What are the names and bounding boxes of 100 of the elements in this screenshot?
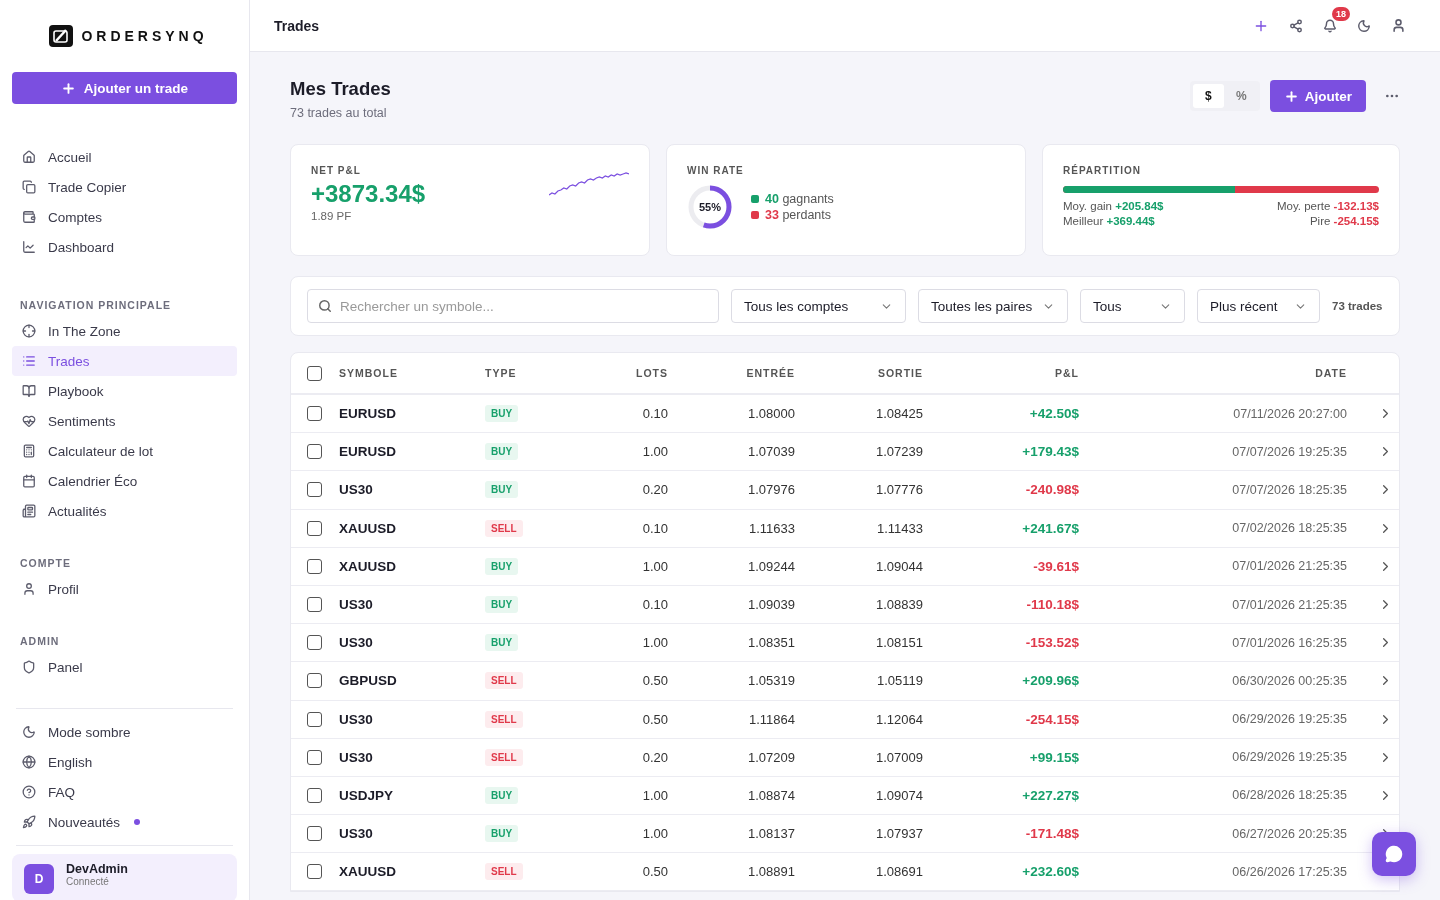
losses-count: 33 perdants: [765, 208, 832, 222]
add-button[interactable]: Ajouter: [1269, 80, 1366, 112]
row-checkbox[interactable]: [307, 558, 322, 574]
date-cell-text: 07/01/2026 21:25:35: [1231, 559, 1347, 574]
pnl-cell-text: +42.50$: [1028, 406, 1079, 422]
row-checkbox[interactable]: [307, 444, 322, 460]
date-cell-text: 07/02/2026 18:25:35: [1231, 521, 1347, 536]
best-trade: Meilleur +369.44$: [1063, 215, 1155, 227]
row-checkbox[interactable]: [307, 826, 322, 842]
date-cell-text: 06/27/2026 20:25:35: [1231, 826, 1347, 841]
sidebar-item[interactable]: Trades: [12, 346, 237, 376]
row-checkbox[interactable]: [307, 597, 322, 613]
entry-cell-text: 1.07976: [747, 482, 795, 498]
row-checkbox[interactable]: [307, 635, 322, 651]
symbol-cell-text: US30: [339, 749, 374, 765]
sidebar-item[interactable]: Comptes: [12, 202, 237, 232]
exit-cell-text: 1.08839: [875, 597, 923, 613]
entry-cell-text: 1.11633: [747, 520, 795, 536]
sidebar-item[interactable]: Sentiments: [12, 406, 237, 436]
help-icon: [22, 785, 36, 799]
lots-cell-text: 0.50: [641, 673, 668, 689]
average-gain: Moy. gain +205.84$: [1063, 200, 1164, 212]
share-icon[interactable]: [1289, 18, 1303, 33]
bell-icon[interactable]: [1323, 18, 1337, 33]
type-tag: BUY: [485, 557, 519, 575]
win-rate-donut: [687, 184, 733, 230]
unit-option[interactable]: $: [1192, 84, 1224, 108]
row-checkbox[interactable]: [307, 749, 322, 765]
exit-cell-text: 1.09074: [875, 787, 923, 803]
sidebar-item[interactable]: Profil: [12, 574, 237, 604]
sidebar-item[interactable]: Panel: [12, 652, 237, 682]
row-checkbox[interactable]: [307, 711, 322, 727]
search-icon: [318, 299, 332, 313]
plus-icon: [1283, 88, 1299, 104]
date-cell-text: 06/28/2026 18:25:35: [1231, 788, 1347, 803]
symbol-cell-text: EURUSD: [339, 406, 397, 422]
type-tag: BUY: [485, 825, 519, 843]
symbol-cell-text: US30: [339, 826, 374, 842]
user-icon[interactable]: [1391, 18, 1406, 33]
row-checkbox[interactable]: [307, 673, 322, 689]
sidebar-item[interactable]: Accueil: [12, 142, 237, 172]
exit-cell-text: 1.08151: [875, 635, 923, 651]
user-icon: [22, 582, 36, 596]
sidebar-item[interactable]: Playbook: [12, 376, 237, 406]
sidebar-item[interactable]: Actualités: [12, 496, 237, 526]
pnl-cell-text: -153.52$: [1024, 635, 1079, 651]
globe-icon: [22, 755, 36, 769]
sidebar-item[interactable]: Nouveautés: [12, 807, 237, 837]
filter-dropdown[interactable]: Plus récent: [1197, 289, 1320, 323]
user-avatar: D: [24, 864, 54, 894]
symbol-cell-text: EURUSD: [339, 444, 397, 460]
column-header: DATE: [1314, 367, 1347, 379]
sidebar-item[interactable]: Dashboard: [12, 232, 237, 262]
column-header: LOTS: [635, 367, 668, 379]
filter-dropdown[interactable]: Tous: [1080, 289, 1185, 323]
pnl-cell-text: +99.15$: [1028, 749, 1079, 765]
home-icon: [22, 150, 36, 164]
unit-option[interactable]: %: [1225, 84, 1257, 108]
brand-name: ORDERSYNQ: [81, 28, 208, 44]
exit-cell-text: 1.07239: [875, 444, 923, 460]
lots-cell-text: 0.20: [641, 482, 668, 498]
row-checkbox[interactable]: [307, 787, 322, 803]
exit-cell-text: 1.07937: [875, 826, 923, 842]
sidebar-item[interactable]: Trade Copier: [12, 172, 237, 202]
lots-cell-text: 1.00: [641, 826, 668, 842]
row-checkbox[interactable]: [307, 406, 322, 422]
logo-icon: [49, 25, 74, 47]
sidebar-item[interactable]: In The Zone: [12, 316, 237, 346]
card-label: NET P&L: [311, 165, 362, 176]
select-all-checkbox[interactable]: [307, 365, 322, 381]
row-checkbox[interactable]: [307, 864, 322, 880]
date-cell-text: 06/29/2026 19:25:35: [1231, 712, 1347, 727]
filter-dropdown[interactable]: Tous les comptes: [731, 289, 906, 323]
lots-cell-text: 0.10: [641, 520, 668, 536]
filter-dropdown[interactable]: Toutes les paires: [918, 289, 1068, 323]
search-field[interactable]: Rechercher un symbole...: [307, 289, 719, 323]
lots-cell-text: 0.10: [641, 406, 668, 422]
exit-cell-text: 1.05119: [875, 673, 923, 689]
sidebar-item[interactable]: Calculateur de lot: [12, 436, 237, 466]
exit-cell-text: 1.07009: [875, 749, 923, 765]
user-name: DevAdmin: [66, 862, 128, 876]
user-card[interactable]: D DevAdmin Connecté: [12, 854, 237, 900]
entry-cell-text: 1.08351: [747, 635, 795, 651]
row-checkbox[interactable]: [307, 520, 322, 536]
chat-button[interactable]: [1372, 832, 1416, 876]
sidebar-item[interactable]: Mode sombre: [12, 717, 237, 747]
section-title: ADMIN: [19, 634, 61, 649]
row-checkbox[interactable]: [307, 482, 322, 498]
sidebar-item[interactable]: Calendrier Éco: [12, 466, 237, 496]
sidebar-item[interactable]: FAQ: [12, 777, 237, 807]
moon-icon[interactable]: [1357, 18, 1371, 33]
copy-icon: [22, 180, 36, 194]
sidebar-item[interactable]: English: [12, 747, 237, 777]
calendar-icon: [22, 474, 36, 488]
list-icon: [22, 354, 36, 368]
type-tag: SELL: [485, 519, 523, 537]
type-tag: BUY: [485, 634, 519, 652]
add-trade-button[interactable]: Ajouter un trade: [12, 72, 237, 104]
plus-icon: [60, 80, 76, 96]
page-title: Mes Trades: [290, 78, 391, 100]
